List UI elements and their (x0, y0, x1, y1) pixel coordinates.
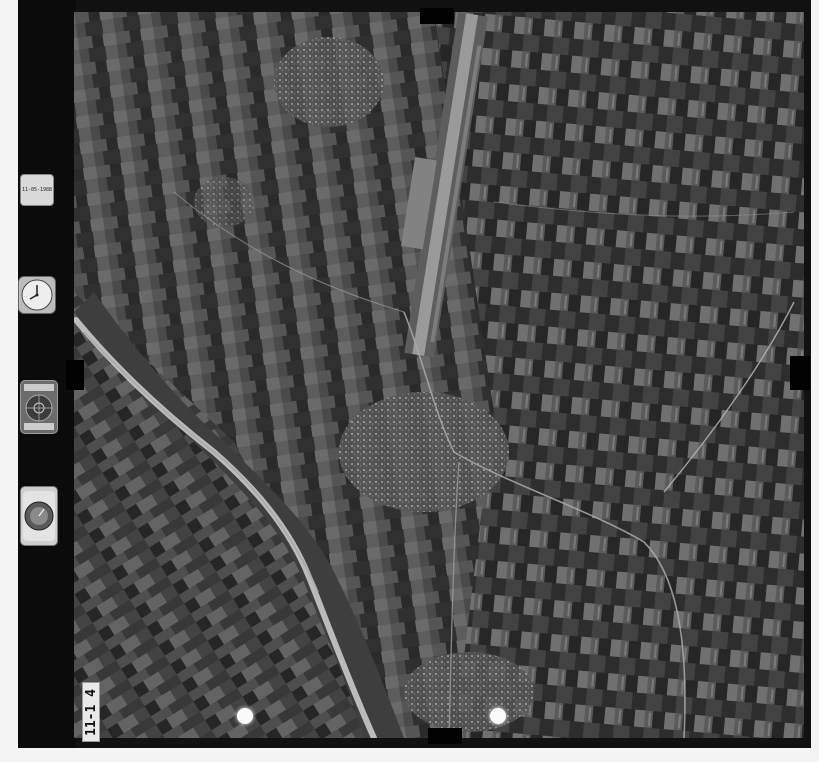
frame-label-text: 11-1 4 (83, 688, 99, 736)
data-panel-text: 11-05-1988 (21, 187, 53, 193)
fiducial-notch-top (420, 8, 454, 24)
altimeter-icon (20, 486, 58, 546)
fiducial-mark-bottom-left (237, 708, 253, 724)
aerial-photograph (74, 12, 804, 738)
clock-icon (18, 276, 56, 314)
fiducial-notch-right (790, 356, 810, 390)
fiducial-mark-bottom-right (490, 708, 506, 724)
fiducial-notch-left (66, 360, 84, 390)
fiducial-notch-bottom (428, 728, 462, 744)
data-panel: 11-05-1988 (20, 174, 54, 206)
frame-label: 11-1 4 (82, 682, 100, 742)
level-indicator-icon (20, 380, 58, 434)
aerial-terrain (74, 12, 804, 738)
